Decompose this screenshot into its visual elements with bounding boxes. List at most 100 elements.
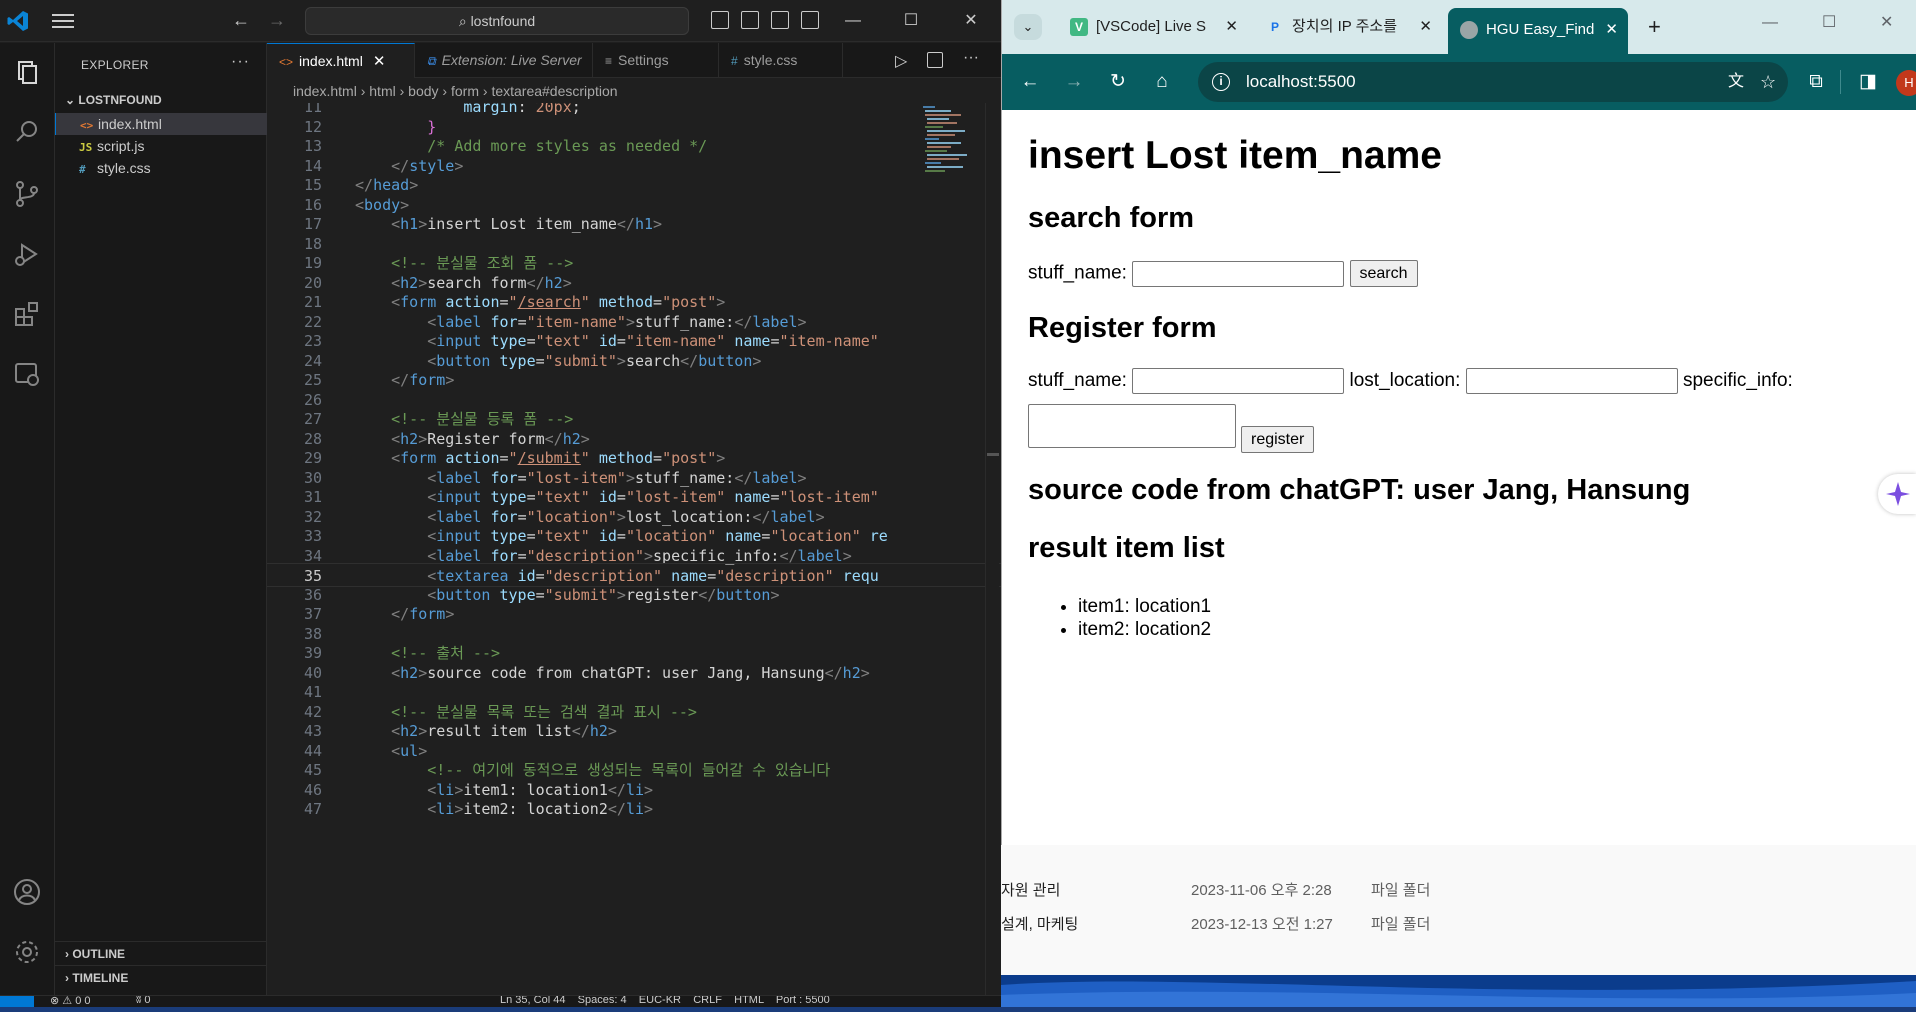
- problems-count: 0 0: [75, 995, 91, 1007]
- breadcrumb-item[interactable]: textarea#description: [491, 83, 617, 99]
- breadcrumb-item[interactable]: index.html: [293, 83, 357, 99]
- file-type-icon: #: [79, 163, 86, 176]
- settings-file-icon: ≡: [605, 54, 613, 68]
- lost-location-input[interactable]: [1465, 368, 1678, 394]
- close-icon[interactable]: ✕: [1605, 8, 1618, 52]
- tab-label: index.html: [299, 53, 363, 69]
- close-icon[interactable]: ✕: [1419, 10, 1432, 44]
- status-right-items[interactable]: Ln 35, Col 44 Spaces: 4 EUC-KR CRLF HTML…: [500, 996, 830, 1006]
- minimap[interactable]: [921, 103, 981, 223]
- close-window-icon[interactable]: ✕: [951, 8, 991, 34]
- tab-label: HGU Easy_Find: [1486, 21, 1595, 38]
- forward-arrow-icon[interactable]: →: [1060, 68, 1088, 96]
- command-center-search[interactable]: ⌕ lostnfound: [305, 7, 689, 35]
- tab-extension-live-server[interactable]: ⧉ Extension: Live Server: [415, 43, 593, 78]
- file-name: index.html: [98, 116, 162, 132]
- back-arrow-icon[interactable]: ←: [1016, 68, 1044, 96]
- search-stuff-name-input[interactable]: [1132, 260, 1345, 287]
- explorer-row[interactable]: 설계, 마케팅: [1001, 913, 1078, 937]
- accounts-icon[interactable]: [10, 875, 44, 909]
- file-item[interactable]: JS script.js: [55, 135, 267, 157]
- folder-lostnfound[interactable]: ⌄ LOSTNFOUND: [55, 89, 267, 111]
- close-icon[interactable]: ✕: [1225, 10, 1238, 44]
- side-panel-icon[interactable]: ◨: [1854, 68, 1882, 96]
- chrome-tab-ip-address[interactable]: P 장치의 IP 주소를 ✕: [1254, 10, 1442, 44]
- register-stuff-name-input[interactable]: [1132, 368, 1345, 394]
- file-item[interactable]: <> index.html: [55, 113, 267, 135]
- ports-count: 0: [144, 995, 151, 1006]
- minimize-icon[interactable]: —: [1762, 14, 1778, 32]
- remote-indicator-icon[interactable]: [0, 996, 34, 1007]
- run-debug-icon[interactable]: [10, 237, 44, 271]
- split-editor-icon[interactable]: [927, 52, 943, 68]
- specific-info-textarea[interactable]: [1028, 404, 1236, 448]
- tab-index-html[interactable]: <> index.html ✕: [267, 43, 415, 78]
- register-button[interactable]: register: [1241, 426, 1315, 453]
- breadcrumb-item[interactable]: body: [408, 83, 438, 99]
- maximize-icon[interactable]: ☐: [1822, 12, 1836, 32]
- close-icon[interactable]: ✕: [373, 53, 386, 70]
- extensions-puzzle-icon[interactable]: ⧉: [1802, 68, 1830, 96]
- search-text: lostnfound: [470, 13, 536, 29]
- css-file-icon: #: [731, 54, 738, 68]
- toggle-secondary-sidebar-icon[interactable]: [771, 11, 789, 29]
- tab-style-css[interactable]: # style.css: [719, 43, 843, 78]
- file-name: script.js: [97, 138, 145, 154]
- source-control-icon[interactable]: [10, 177, 44, 211]
- ports-indicator[interactable]: ʬ 0: [136, 995, 151, 1006]
- folder-name: 설계, 마케팅: [1001, 916, 1079, 933]
- minimize-icon[interactable]: —: [833, 8, 873, 34]
- toggle-panel-icon[interactable]: [741, 11, 759, 29]
- more-actions-icon[interactable]: ···: [231, 53, 250, 71]
- breadcrumb-item[interactable]: form: [451, 83, 479, 99]
- more-actions-icon[interactable]: ···: [963, 49, 979, 67]
- extensions-icon[interactable]: [10, 297, 44, 331]
- reload-icon[interactable]: ↻: [1104, 68, 1132, 96]
- profile-avatar[interactable]: H: [1896, 70, 1916, 96]
- close-window-icon[interactable]: ✕: [1880, 12, 1893, 32]
- chrome-toolbar: ← → ↻ ⌂ i localhost:5500 文 ☆ ⧉ ◨ H: [1002, 54, 1916, 110]
- explorer-row[interactable]: 자원 관리: [1001, 879, 1060, 903]
- tab-label: style.css: [743, 52, 798, 68]
- chrome-tab-vscode-live[interactable]: V [VSCode] Live S ✕: [1058, 10, 1248, 44]
- timeline-section[interactable]: › TIMELINE: [55, 965, 267, 989]
- vscode-titlebar: ← → ⌕ lostnfound — ☐ ✕: [0, 0, 1001, 42]
- code-line[interactable]: 47 <li>item2: location2</li>: [267, 797, 1001, 821]
- outline-section[interactable]: › OUTLINE: [55, 941, 267, 965]
- translate-icon[interactable]: 文: [1728, 62, 1744, 102]
- breadcrumb-item[interactable]: html: [369, 83, 395, 99]
- back-arrow-icon[interactable]: ←: [232, 10, 250, 31]
- problems-indicator[interactable]: ⊗ ⚠ 0 0: [50, 995, 91, 1007]
- explorer-icon[interactable]: [10, 55, 44, 89]
- p-favicon-icon: P: [1270, 20, 1279, 35]
- tab-label: 장치의 IP 주소를: [1292, 18, 1398, 35]
- menu-icon[interactable]: [52, 14, 74, 28]
- gemini-sparkle-icon[interactable]: [1878, 474, 1916, 514]
- run-icon[interactable]: ▷: [895, 51, 907, 71]
- editor-scrollbar[interactable]: [985, 103, 999, 995]
- scrollbar-thumb[interactable]: [987, 453, 999, 456]
- new-tab-icon[interactable]: +: [1648, 14, 1661, 40]
- chrome-tab-hgu-easy-find[interactable]: HGU Easy_Find ✕: [1448, 8, 1628, 54]
- maximize-icon[interactable]: ☐: [891, 8, 931, 34]
- remote-explorer-icon[interactable]: [10, 357, 44, 391]
- settings-gear-icon[interactable]: [10, 935, 44, 969]
- search-button[interactable]: search: [1349, 260, 1418, 287]
- forward-arrow-icon[interactable]: →: [268, 10, 286, 31]
- tab-label: Extension: Live Server: [441, 52, 582, 68]
- tab-search-icon[interactable]: ⌄: [1014, 14, 1042, 40]
- file-item[interactable]: # style.css: [55, 157, 267, 179]
- toggle-sidebar-icon[interactable]: [711, 11, 729, 29]
- code-editor[interactable]: 11 margin: 20px; 12 } 13 /* Add more style…: [267, 103, 1001, 995]
- address-bar[interactable]: i localhost:5500 文 ☆: [1198, 62, 1788, 102]
- customize-layout-icon[interactable]: [801, 11, 819, 29]
- site-info-icon[interactable]: i: [1212, 73, 1230, 91]
- tab-settings[interactable]: ≡ Settings: [593, 43, 719, 78]
- home-icon[interactable]: ⌂: [1148, 68, 1176, 96]
- desktop-wallpaper: [1001, 975, 1916, 1007]
- bookmark-star-icon[interactable]: ☆: [1760, 62, 1776, 102]
- explorer-date: 2023-11-06 오후 2:28: [1191, 882, 1332, 899]
- search-sidebar-icon[interactable]: [10, 115, 44, 149]
- file-type-icon: JS: [79, 141, 93, 154]
- breadcrumb-separator: ›: [356, 83, 370, 99]
